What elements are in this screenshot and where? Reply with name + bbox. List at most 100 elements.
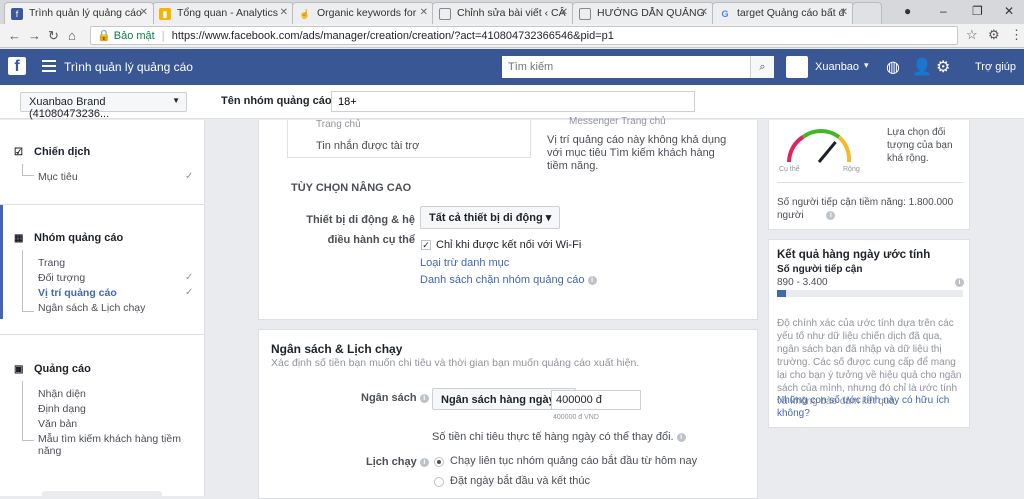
ad-icon: ▣	[14, 364, 24, 375]
sidebar-item-text[interactable]: Văn bản	[38, 418, 77, 430]
close-icon[interactable]: ✕	[700, 7, 708, 18]
profile-icon[interactable]: ●	[904, 4, 911, 18]
divider	[0, 334, 204, 335]
browser-tab[interactable]: HƯỚNG DẪN QUẢNG ✕	[572, 2, 714, 24]
info-icon[interactable]: i	[419, 457, 429, 467]
active-section-indicator	[0, 205, 3, 319]
potential-reach: Số người tiếp cận tiềm năng: 1.800.000 n…	[777, 197, 954, 221]
globe-icon[interactable]: ◍	[886, 57, 900, 77]
star-icon[interactable]: ☆	[966, 27, 978, 43]
sidebar-item-lead-form[interactable]: Mẫu tìm kiếm khách hàng tiềm năng	[38, 433, 204, 457]
close-icon[interactable]: ✕	[420, 7, 428, 18]
exclude-categories-link[interactable]: Loại trừ danh mục	[420, 257, 509, 269]
sidebar-item-identity[interactable]: Nhận diện	[38, 388, 86, 400]
wifi-checkbox[interactable]: ✓	[421, 240, 431, 250]
ad-account-selector[interactable]: Xuanbao Brand (41080473236... ▼	[20, 92, 187, 120]
adset-name-label: Tên nhóm quảng cáo i	[221, 95, 344, 107]
reach-label: Số người tiếp cận	[777, 264, 863, 275]
tab-title: Organic keywords for	[317, 7, 417, 19]
schedule-continuous-radio[interactable]	[434, 457, 444, 467]
account-name: Xuanbao	[815, 61, 860, 73]
forward-icon[interactable]: →	[28, 28, 41, 43]
audience-gauge	[787, 129, 852, 163]
schedule-option-label: Đặt ngày bắt đầu và kết thúc	[450, 475, 591, 487]
divider	[0, 204, 204, 205]
adset-name-input[interactable]	[331, 91, 695, 112]
sidebar-item-placements[interactable]: Vị trí quảng cáo	[38, 287, 117, 299]
check-icon: ✓	[185, 287, 194, 298]
estimate-feedback-link[interactable]: Những con số ước tính này có hữu ích khô…	[777, 394, 963, 420]
info-icon[interactable]: i	[419, 393, 429, 403]
maximize-icon[interactable]: ❐	[972, 4, 983, 18]
gauge-low-label: Cụ thể	[779, 166, 800, 173]
minimize-icon[interactable]: –	[940, 4, 947, 18]
close-icon[interactable]: ✕	[280, 7, 288, 18]
app-title[interactable]: Trình quản lý quảng cáo	[64, 60, 193, 74]
menu-icon[interactable]: ⋮	[1010, 27, 1023, 43]
sidebar-item-objective[interactable]: Mục tiêu	[38, 171, 78, 183]
search-input[interactable]	[502, 56, 750, 78]
security-label: Bảo mật	[113, 30, 155, 42]
sidebar-section-campaign[interactable]: ☑ Chiến dịch	[14, 146, 90, 158]
close-icon[interactable]: ✕	[840, 7, 848, 18]
back-icon[interactable]: ←	[8, 28, 21, 43]
close-icon[interactable]: ✕	[560, 7, 568, 18]
browser-tab[interactable]: ▮ Tổng quan - Analytics ✕	[152, 2, 294, 24]
extension-icon[interactable]: ⚙	[988, 27, 1000, 43]
placement-item[interactable]: Trang chủ	[316, 119, 361, 130]
reload-icon[interactable]: ↻	[48, 28, 59, 44]
hamburger-menu-icon[interactable]	[42, 60, 56, 75]
budget-amount-input[interactable]: 400000 đ	[551, 390, 641, 410]
budget-title: Ngân sách & Lịch chạy	[271, 342, 403, 356]
caret-down-icon: ▾	[545, 212, 552, 224]
check-icon: ✓	[185, 171, 194, 182]
help-link[interactable]: Trợ giúp	[975, 61, 1016, 73]
close-window-icon[interactable]: ✕	[1004, 4, 1014, 18]
tab-title: Chỉnh sửa bài viết ‹ CÂ	[457, 7, 566, 19]
info-icon[interactable]: i	[955, 278, 964, 287]
placement-item[interactable]: Tin nhắn được tài trợ	[316, 140, 419, 152]
browser-tab[interactable]: ☝ Organic keywords for ✕	[292, 2, 434, 24]
facebook-logo[interactable]: f	[8, 57, 26, 75]
estimate-title: Kết quả hàng ngày ước tính	[777, 249, 931, 261]
url-field[interactable]: 🔒 Bảo mật | https://www.facebook.com/ads…	[90, 26, 958, 45]
sidebar-section-adset[interactable]: ▦ Nhóm quảng cáo	[14, 232, 123, 244]
document-icon	[439, 8, 451, 20]
google-icon: G	[721, 9, 729, 19]
budget-hint: 400000 đ VND	[553, 414, 599, 421]
tab-title: Trình quản lý quảng cáo	[29, 7, 142, 19]
block-list-link[interactable]: Danh sách chặn nhóm quảng cáo i	[420, 274, 597, 286]
info-icon[interactable]: i	[587, 275, 597, 285]
gear-icon[interactable]: ⚙	[936, 57, 950, 77]
adset-form-bar: Xuanbao Brand (41080473236... ▼ Tên nhóm…	[0, 85, 1024, 120]
device-os-label: Thiết bị di động & hệ điều hành cụ thể	[306, 214, 415, 246]
close-icon[interactable]: ✕	[140, 7, 148, 18]
search-icon[interactable]: ⌕	[750, 56, 774, 78]
device-selector-button[interactable]: Tất cả thiết bị di động ▾	[420, 206, 561, 229]
creation-sidebar: ☑ Chiến dịch Mục tiêu ✓ ▦ Nhóm quảng cáo T…	[0, 120, 205, 499]
browser-tab[interactable]: G target Quảng cáo bất đ ✕	[712, 2, 854, 24]
address-bar: ← → ↻ ⌂ 🔒 Bảo mật | https://www.facebook…	[0, 24, 1024, 48]
info-icon[interactable]: i	[826, 210, 836, 220]
sidebar-section-ad[interactable]: ▣ Quảng cáo	[14, 363, 91, 375]
budget-schedule-card: Ngân sách & Lịch chạy Xác định số tiền b…	[258, 329, 758, 499]
user-icon[interactable]: 👤	[912, 57, 932, 77]
schedule-dates-radio[interactable]	[434, 477, 444, 487]
browser-tab[interactable]: Chỉnh sửa bài viết ‹ CÂ ✕	[432, 2, 574, 24]
browser-tab[interactable]: f Trình quản lý quảng cáo ✕	[4, 2, 154, 24]
placements-card: Trang chủ Tin nhắn được tài trợ Messenge…	[258, 116, 758, 320]
account-menu[interactable]: Xuanbao ▾	[786, 56, 882, 78]
app-header: f Trình quản lý quảng cáo ⌕ Xuanbao ▾ ◍ …	[0, 49, 1024, 85]
analytics-icon: ▮	[159, 8, 171, 20]
info-icon[interactable]: i	[676, 432, 686, 442]
sidebar-item-budget-schedule[interactable]: Ngân sách & Lịch chạy	[38, 302, 145, 314]
tree-connector	[22, 164, 34, 176]
gauge-high-label: Rộng	[843, 166, 860, 173]
new-tab-button[interactable]	[852, 2, 882, 24]
sidebar-item-audience[interactable]: Đối tượng	[38, 272, 85, 284]
sidebar-item-format[interactable]: Định dạng	[38, 403, 86, 415]
home-icon[interactable]: ⌂	[68, 28, 76, 43]
tab-title: HƯỚNG DẪN QUẢNG	[597, 7, 705, 19]
sidebar-item-page[interactable]: Trang	[38, 257, 65, 269]
gauge-green-segment	[801, 129, 841, 139]
